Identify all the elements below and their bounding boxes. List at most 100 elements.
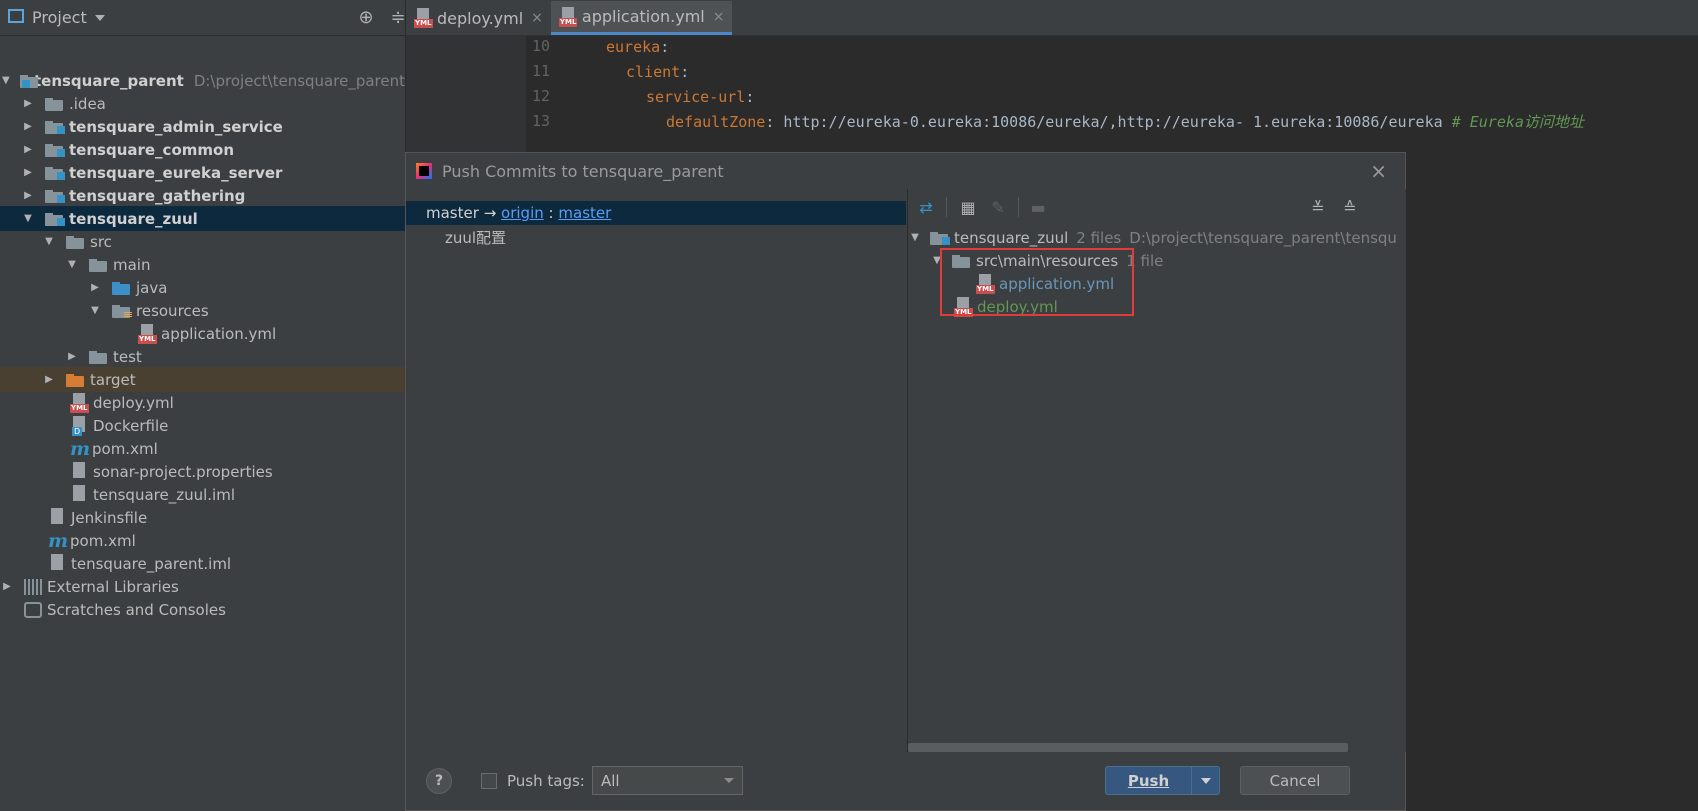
push-button-label: Push bbox=[1127, 771, 1170, 790]
collapsed-arrow-icon[interactable]: ▶ bbox=[23, 121, 33, 132]
tree-item-deploy-yml[interactable]: deploy.yml bbox=[0, 390, 405, 415]
cancel-button[interactable]: Cancel bbox=[1240, 766, 1350, 795]
help-button[interactable]: ? bbox=[426, 768, 452, 794]
tree-item-label: tensquare_parent.iml bbox=[71, 554, 232, 573]
tree-item-main[interactable]: ▼ main bbox=[0, 252, 405, 277]
dialog-footer: ? Push tags: All Push Cancel bbox=[406, 752, 1405, 810]
maven-icon: m bbox=[70, 437, 91, 460]
expanded-arrow-icon[interactable]: ▼ bbox=[2, 75, 10, 86]
tree-item-label: tensquare_common bbox=[69, 140, 234, 159]
push-options-dropdown[interactable] bbox=[1192, 777, 1219, 784]
collapsed-arrow-icon[interactable]: ▶ bbox=[23, 144, 33, 155]
collapsed-arrow-icon[interactable]: ▶ bbox=[23, 167, 33, 178]
tree-item-label: tensquare_gathering bbox=[69, 186, 246, 205]
change-root-count: 2 files bbox=[1076, 228, 1122, 247]
diff-icon[interactable]: ⇄ bbox=[916, 197, 936, 217]
tab-deploy-yml[interactable]: deploy.yml × bbox=[406, 1, 551, 35]
tree-item-resources[interactable]: ▼ resources bbox=[0, 298, 405, 323]
expanded-arrow-icon[interactable]: ▼ bbox=[44, 236, 54, 247]
close-icon[interactable]: × bbox=[713, 9, 725, 25]
tree-item-eureka-server[interactable]: ▶ tensquare_eureka_server bbox=[0, 160, 405, 185]
tree-item-path: D:\project\tensquare_parent bbox=[193, 71, 405, 90]
collapsed-arrow-icon[interactable]: ▶ bbox=[90, 282, 100, 293]
branch-row[interactable]: master → origin : master bbox=[406, 201, 906, 225]
save-icon[interactable]: ▬ bbox=[1028, 197, 1048, 217]
yaml-key: eureka bbox=[606, 37, 661, 56]
expanded-arrow-icon[interactable]: ▼ bbox=[910, 232, 920, 243]
remote-link[interactable]: origin bbox=[501, 204, 544, 222]
resources-folder-icon bbox=[112, 304, 132, 318]
collapsed-arrow-icon[interactable]: ▶ bbox=[67, 351, 77, 362]
edit-icon[interactable]: ✎ bbox=[988, 197, 1008, 217]
group-by-icon[interactable]: ▦ bbox=[958, 197, 978, 217]
tree-item-label: tensquare_parent bbox=[33, 71, 184, 90]
push-button[interactable]: Push bbox=[1105, 766, 1220, 795]
tree-item-jenkinsfile[interactable]: Jenkinsfile bbox=[0, 505, 405, 530]
maven-icon: m bbox=[48, 529, 69, 552]
tree-item-target[interactable]: ▶ target bbox=[0, 367, 405, 392]
push-tags-select[interactable]: All bbox=[592, 766, 743, 795]
expanded-arrow-icon[interactable]: ▼ bbox=[67, 259, 77, 270]
tree-item-label: deploy.yml bbox=[93, 393, 174, 412]
tree-item-scratches[interactable]: Scratches and Consoles bbox=[0, 597, 405, 622]
commits-pane: master → origin : master zuul配置 bbox=[406, 201, 906, 751]
tree-item-gathering[interactable]: ▶ tensquare_gathering bbox=[0, 183, 405, 208]
tree-item-tensquare-parent[interactable]: ▼ tensquare_parent D:\project\tensquare_… bbox=[0, 68, 405, 93]
yaml-key: defaultZone bbox=[666, 112, 766, 131]
tree-item-zuul-iml[interactable]: tensquare_zuul.iml bbox=[0, 482, 405, 507]
locate-icon[interactable]: ⊕ bbox=[355, 6, 377, 28]
target-branch-link[interactable]: master bbox=[558, 204, 611, 222]
dockerfile-icon bbox=[70, 415, 88, 436]
module-folder-icon bbox=[45, 143, 65, 157]
tree-item-src[interactable]: ▼ src bbox=[0, 229, 405, 254]
horizontal-scrollbar[interactable] bbox=[908, 743, 1348, 752]
highlight-annotation-box bbox=[940, 248, 1134, 316]
tree-item-application-yml[interactable]: application.yml bbox=[0, 321, 405, 346]
iml-file-icon bbox=[70, 484, 88, 505]
close-icon[interactable]: × bbox=[531, 10, 543, 26]
tree-item-zuul[interactable]: ▼ tensquare_zuul bbox=[0, 206, 405, 231]
push-tags-checkbox[interactable] bbox=[481, 773, 497, 789]
collapse-all-icon[interactable]: ≙ bbox=[1340, 197, 1360, 217]
changes-root-row[interactable]: ▼ tensquare_zuul 2 files D:\project\tens… bbox=[910, 225, 1397, 250]
tree-item-pom-xml[interactable]: m pom.xml bbox=[0, 436, 405, 461]
project-panel-header: Project ⊕ ≑ bbox=[0, 0, 405, 36]
tree-item-label: External Libraries bbox=[47, 577, 179, 596]
change-root-path: D:\project\tensquare_parent\tensqu bbox=[1129, 228, 1397, 247]
tree-item-test[interactable]: ▶ test bbox=[0, 344, 405, 369]
tree-item-common[interactable]: ▶ tensquare_common bbox=[0, 137, 405, 162]
close-icon[interactable]: × bbox=[1370, 159, 1387, 183]
properties-file-icon bbox=[70, 461, 88, 482]
line-number: 11 bbox=[532, 62, 551, 80]
tree-item-parent-iml[interactable]: tensquare_parent.iml bbox=[0, 551, 405, 576]
collapsed-arrow-icon[interactable]: ▶ bbox=[2, 581, 12, 592]
tree-item-external-libraries[interactable]: ▶ External Libraries bbox=[0, 574, 405, 599]
collapsed-arrow-icon[interactable]: ▶ bbox=[44, 374, 54, 385]
tree-item-label: tensquare_eureka_server bbox=[69, 163, 283, 182]
folder-icon bbox=[66, 235, 86, 249]
project-view-selector[interactable]: Project bbox=[32, 8, 87, 27]
toolbar-divider bbox=[1018, 197, 1019, 217]
commit-message[interactable]: zuul配置 bbox=[406, 227, 906, 248]
module-folder-icon bbox=[930, 231, 950, 245]
expand-all-icon[interactable]: ≚ bbox=[1308, 197, 1328, 217]
tree-item-sonar-properties[interactable]: sonar-project.properties bbox=[0, 459, 405, 484]
tree-item-admin-service[interactable]: ▶ tensquare_admin_service bbox=[0, 114, 405, 139]
tree-item-parent-pom-xml[interactable]: m pom.xml bbox=[0, 528, 405, 553]
collapsed-arrow-icon[interactable]: ▶ bbox=[23, 98, 33, 109]
collapse-all-icon[interactable]: ≑ bbox=[387, 6, 405, 28]
expanded-arrow-icon[interactable]: ▼ bbox=[23, 213, 33, 224]
line-number: 13 bbox=[532, 112, 551, 130]
libraries-icon bbox=[24, 578, 42, 595]
chevron-down-icon[interactable] bbox=[94, 14, 105, 21]
tab-application-yml[interactable]: application.yml × bbox=[550, 1, 733, 35]
dialog-title: Push Commits to tensquare_parent bbox=[442, 161, 724, 181]
module-folder-icon bbox=[45, 120, 65, 134]
tree-item-java[interactable]: ▶ java bbox=[0, 275, 405, 300]
tree-item-dockerfile[interactable]: Dockerfile bbox=[0, 413, 405, 438]
tree-item-idea[interactable]: ▶ .idea bbox=[0, 91, 405, 116]
arrow-right-icon: → bbox=[483, 204, 497, 222]
expanded-arrow-icon[interactable]: ▼ bbox=[90, 305, 100, 316]
collapsed-arrow-icon[interactable]: ▶ bbox=[23, 190, 33, 201]
folder-icon bbox=[89, 350, 109, 364]
